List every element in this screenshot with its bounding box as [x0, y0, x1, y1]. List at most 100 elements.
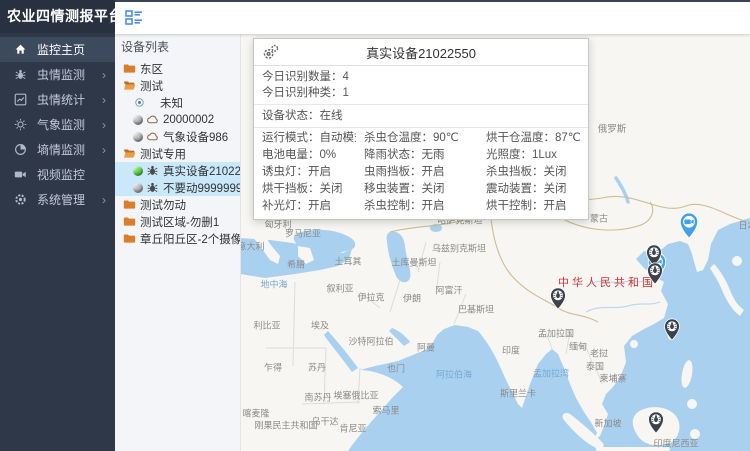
sidebar-item-label: 系统管理: [37, 191, 102, 208]
device-status-dot: [133, 166, 143, 176]
folder-icon: [123, 215, 136, 228]
sidebar-item-bug[interactable]: 虫情监测›: [0, 62, 115, 87]
bug-icon: [146, 181, 159, 194]
popup-recognition-section: 今日识别数量：4 今日识别种类：1: [254, 66, 588, 105]
device-group-label: 测试: [140, 78, 163, 94]
chevron-right-icon: ›: [102, 193, 106, 207]
map-island-mindanao: [687, 399, 697, 409]
device-tree-toggle-icon[interactable]: [125, 9, 143, 27]
device-group-label: 测试专用: [140, 146, 186, 162]
cloud-icon: [146, 113, 159, 126]
device-metric: 杀虫仓温度：90℃: [356, 130, 478, 147]
insect-device-marker[interactable]: [648, 411, 665, 434]
device-group-row[interactable]: 测试勿动: [115, 196, 240, 213]
sidebar-item-moisture[interactable]: 墒情监测›: [0, 137, 115, 162]
device-group-label: 测试勿动: [140, 197, 186, 213]
map[interactable]: 俄罗斯蒙古中华人民共和国日本海哈萨克斯坦乌克兰捷克匈牙利罗马尼亚意大利希腊土耳其…: [240, 32, 750, 451]
device-row[interactable]: 不要动99999999: [115, 179, 240, 196]
device-metric: 虫雨挡板：开启: [356, 164, 478, 181]
sidebar-item-video[interactable]: 视频监控: [0, 162, 115, 187]
sidebar: 农业四情测报平台 监控主页虫情监测›虫情统计›气象监测›墒情监测›视频监控系统管…: [0, 0, 115, 451]
sidebar-item-label: 气象监测: [37, 116, 102, 133]
sidebar-item-label: 虫情监测: [37, 66, 102, 83]
recognition-species: 今日识别种类：1: [254, 85, 588, 101]
map-river-yangtze: [586, 302, 660, 312]
device-metric: 杀虫挡板：关闭: [478, 164, 588, 181]
device-group-row[interactable]: 测试区域-勿删1: [115, 213, 240, 230]
sidebar-item-label: 视频监控: [37, 166, 115, 183]
popup-device-title: 真实设备21022550: [366, 43, 476, 62]
insect-device-marker[interactable]: [647, 262, 664, 285]
device-row[interactable]: 气象设备986: [115, 128, 240, 145]
device-status-dot: [133, 115, 143, 125]
map-water-ocean: [348, 218, 750, 451]
device-row[interactable]: 未知: [115, 94, 240, 111]
device-metric: 诱虫灯：开启: [254, 164, 356, 181]
device-group-row[interactable]: 测试: [115, 77, 240, 94]
device-label: 气象设备986: [163, 129, 228, 145]
app-window: 农业四情测报平台 监控主页虫情监测›虫情统计›气象监测›墒情监测›视频监控系统管…: [0, 0, 750, 451]
device-metric: 降雨状态：无雨: [356, 147, 478, 164]
device-group-label: 测试区域-勿删1: [140, 214, 219, 230]
chevron-right-icon: ›: [102, 143, 106, 157]
device-label: 20000002: [163, 114, 214, 126]
device-row[interactable]: 真实设备21022550: [115, 162, 240, 179]
device-metric: 杀虫控制：开启: [356, 198, 478, 215]
folder-icon: [123, 62, 136, 75]
device-row[interactable]: 20000002: [115, 111, 240, 128]
device-list-header: 设备列表: [115, 32, 240, 60]
weather-icon: [14, 118, 27, 131]
device-metric: 移虫装置：关闭: [356, 181, 478, 198]
folder-open-icon: [123, 79, 136, 92]
map-island-hainan: [630, 340, 638, 348]
sidebar-item-gear[interactable]: 系统管理›: [0, 187, 115, 212]
map-water-caspian: [387, 232, 411, 283]
device-group-label: 章丘阳丘区-2个摄像头: [140, 231, 241, 247]
camera-device-marker[interactable]: [679, 212, 699, 239]
map-island-hokkaido: [732, 256, 742, 266]
device-group-row[interactable]: 东区: [115, 60, 240, 77]
cloud-icon: [146, 130, 159, 143]
folder-open-icon: [123, 147, 136, 160]
map-river-yellow: [590, 280, 648, 284]
map-water-red-sea: [324, 331, 358, 372]
device-group-row[interactable]: 测试专用: [115, 145, 240, 162]
device-group-label: 东区: [140, 61, 163, 77]
chart-icon: [14, 93, 27, 106]
device-metric: 运行模式：自动模式: [254, 130, 356, 147]
device-metric: 光照度：1Lux: [478, 147, 588, 164]
device-metric: 补光灯：开启: [254, 198, 356, 215]
device-list-panel: 设备列表 东区测试未知 20000002 气象设备986测试专用真实设备210225…: [115, 32, 241, 451]
topbar: [115, 0, 750, 34]
device-metric: 震动装置：关闭: [478, 181, 588, 198]
device-metric: 烘干挡板：关闭: [254, 181, 356, 198]
device-status: 设备状态：在线: [254, 108, 588, 124]
popup-titlebar: 真实设备21022550: [254, 39, 588, 66]
popup-status-section: 设备状态：在线: [254, 105, 588, 128]
map-island-sulawesi: [690, 429, 700, 439]
insect-device-marker[interactable]: [664, 318, 681, 341]
device-group-row[interactable]: 章丘阳丘区-2个摄像头: [115, 230, 240, 247]
target-icon: [133, 96, 146, 109]
sidebar-item-home[interactable]: 监控主页: [0, 37, 115, 62]
device-metric: 烘干控制：开启: [478, 198, 588, 215]
sidebar-menu: 监控主页虫情监测›虫情统计›气象监测›墒情监测›视频监控系统管理›: [0, 33, 115, 212]
folder-icon: [123, 198, 136, 211]
sidebar-item-weather[interactable]: 气象监测›: [0, 112, 115, 137]
app-title: 农业四情测报平台: [0, 0, 115, 33]
device-info-popup: 真实设备21022550 今日识别数量：4 今日识别种类：1 设备状态：在线 运…: [253, 38, 589, 220]
popup-metrics-grid: 运行模式：自动模式杀虫仓温度：90℃烘干仓温度：87℃电池电量：0%降雨状态：无…: [254, 128, 588, 219]
chevron-right-icon: ›: [102, 68, 106, 82]
bug-icon: [14, 68, 27, 81]
moisture-icon: [14, 143, 27, 156]
sidebar-item-label: 虫情统计: [37, 91, 102, 108]
device-label: 真实设备21022550: [163, 163, 241, 179]
device-tree: 东区测试未知 20000002 气象设备986测试专用真实设备21022550不要动…: [115, 60, 240, 247]
device-settings-icon[interactable]: [262, 44, 279, 61]
folder-icon: [123, 232, 136, 245]
sidebar-item-label: 墒情监测: [37, 141, 102, 158]
sidebar-item-chart[interactable]: 虫情统计›: [0, 87, 115, 112]
sidebar-item-label: 监控主页: [37, 41, 115, 58]
insect-device-marker[interactable]: [550, 287, 567, 310]
map-island-sri-lanka: [516, 382, 526, 398]
